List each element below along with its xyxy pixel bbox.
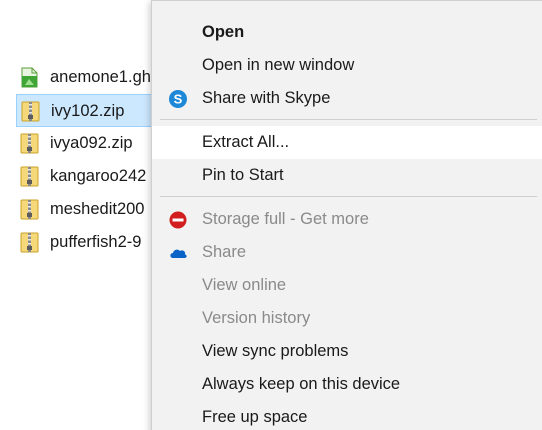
- error-icon: [169, 211, 187, 229]
- svg-text:S: S: [174, 92, 183, 107]
- zip-folder-icon: [20, 166, 39, 187]
- menu-item-share: Share: [152, 236, 542, 269]
- menu-item-label: Free up space: [202, 408, 308, 426]
- menu-item-version-history: Version history: [152, 302, 542, 335]
- menu-item-label: Share with Skype: [202, 89, 331, 107]
- screen: anemone1.gh ivy102.zip ivya092.zip kanga…: [0, 0, 542, 430]
- menu-item-pin-to-start[interactable]: Pin to Start: [152, 159, 542, 192]
- zip-folder-icon: [20, 133, 39, 154]
- menu-item-label: Version history: [202, 309, 311, 327]
- context-menu: Open Open in new window S Share with Sky…: [151, 0, 542, 430]
- file-name: meshedit200: [50, 200, 145, 218]
- menu-item-label: Always keep on this device: [202, 375, 401, 393]
- menu-item-label: Storage full - Get more: [202, 210, 369, 228]
- zip-folder-icon: [20, 232, 39, 253]
- menu-item-label: View sync problems: [202, 342, 349, 360]
- menu-separator: [160, 119, 537, 120]
- menu-item-label: Pin to Start: [202, 166, 284, 184]
- skype-icon: S: [169, 90, 187, 108]
- menu-item-open[interactable]: Open: [152, 16, 542, 49]
- menu-item-view-online: View online: [152, 269, 542, 302]
- menu-item-view-sync-problems[interactable]: View sync problems: [152, 335, 542, 368]
- menu-item-always-keep[interactable]: Always keep on this device: [152, 368, 542, 401]
- menu-item-storage-full[interactable]: Storage full - Get more: [152, 203, 542, 236]
- file-name: kangaroo242: [50, 167, 147, 185]
- menu-item-extract-all[interactable]: Extract All...: [152, 126, 542, 159]
- menu-item-label: Share: [202, 243, 247, 261]
- file-name: ivya092.zip: [50, 134, 133, 152]
- zip-folder-icon: [20, 199, 39, 220]
- green-file-icon: [21, 67, 38, 88]
- file-name: anemone1.gh: [50, 68, 151, 86]
- menu-item-label: Open: [202, 23, 245, 41]
- menu-item-label: View online: [202, 276, 287, 294]
- file-name: pufferfish2-9: [50, 233, 142, 251]
- menu-item-label: Open in new window: [202, 56, 355, 74]
- menu-item-label: Extract All...: [202, 133, 290, 151]
- onedrive-cloud-icon: [170, 249, 187, 258]
- menu-separator: [160, 196, 537, 197]
- zip-folder-icon: [21, 101, 40, 122]
- menu-item-open-new-window[interactable]: Open in new window: [152, 49, 542, 82]
- menu-item-share-skype[interactable]: S Share with Skype: [152, 82, 542, 115]
- file-name: ivy102.zip: [51, 102, 125, 120]
- menu-item-free-up-space[interactable]: Free up space: [152, 401, 542, 430]
